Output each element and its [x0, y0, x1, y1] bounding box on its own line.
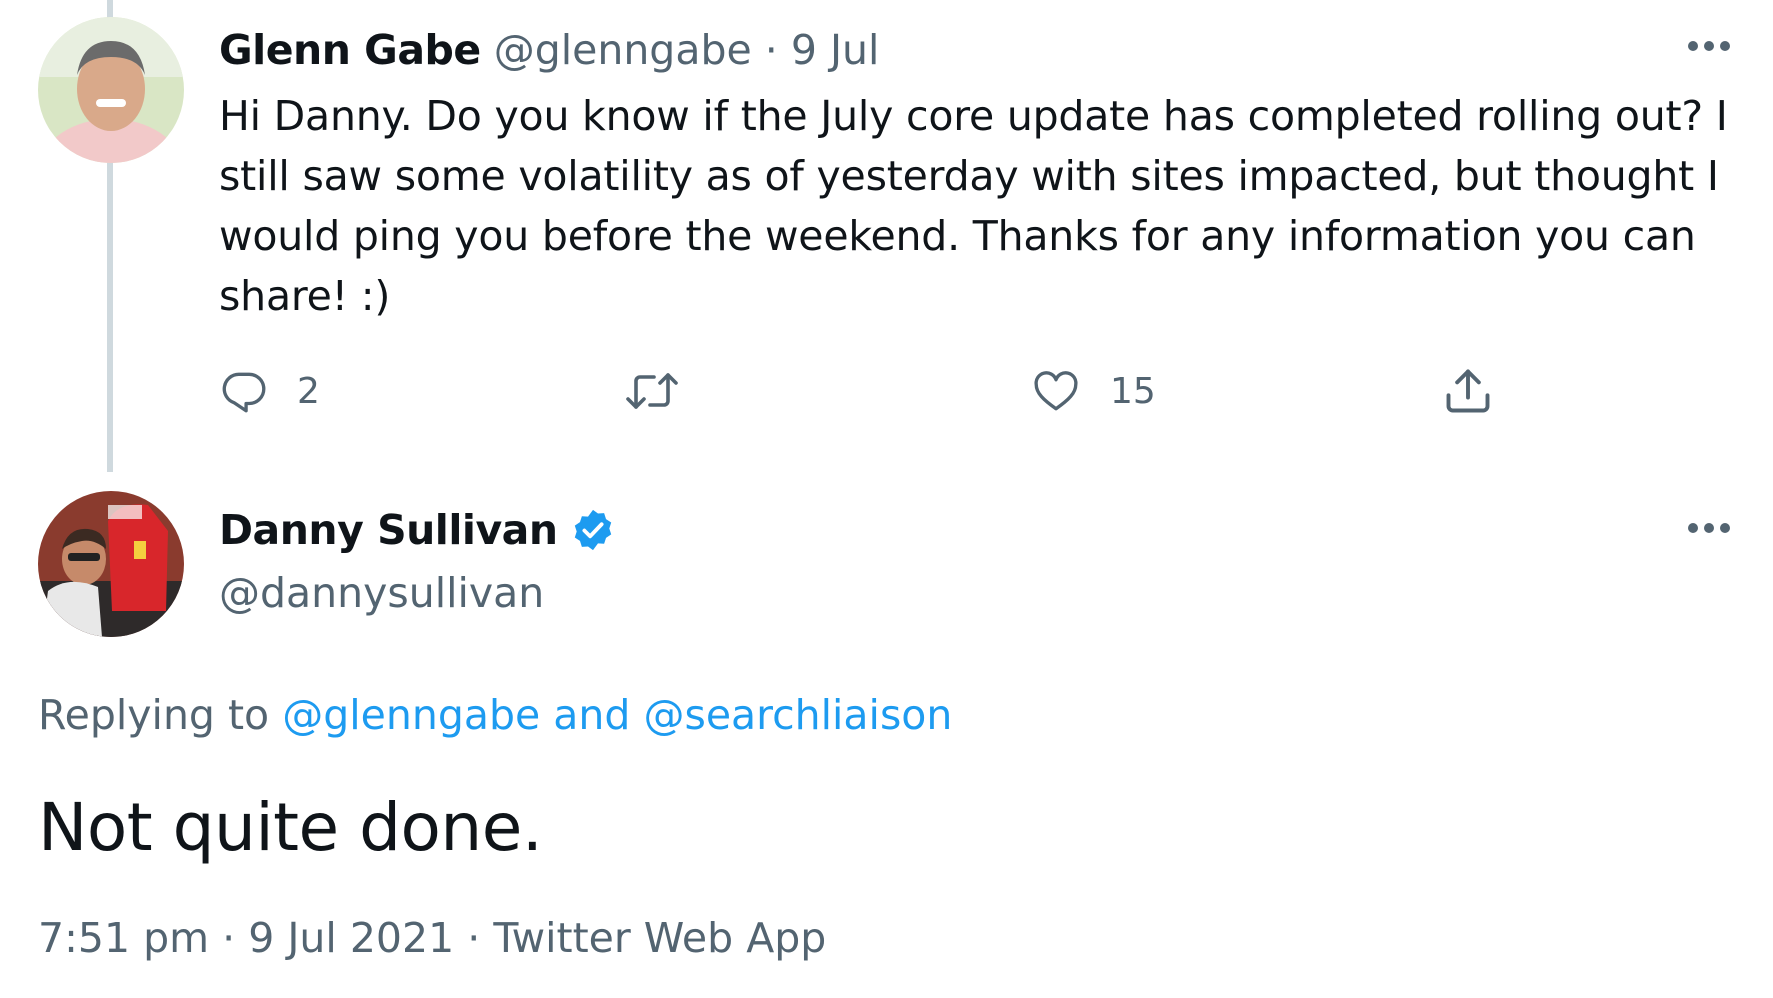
author-name-row: Danny Sullivan [219, 498, 616, 562]
separator: · [467, 914, 481, 962]
tweet-text: Hi Danny. Do you know if the July core u… [219, 92, 1728, 320]
avatar[interactable] [38, 17, 184, 163]
author-name[interactable]: Glenn Gabe [219, 26, 481, 74]
replying-and[interactable]: and [553, 691, 630, 739]
danny-avatar-image [38, 491, 184, 637]
tweet-time[interactable]: 7:51 pm [38, 914, 209, 962]
author-name[interactable]: Danny Sullivan [219, 498, 558, 562]
more-horizontal-icon[interactable] [1686, 520, 1732, 536]
mention-link[interactable]: @searchliaison [643, 691, 952, 739]
retweet-icon [626, 373, 678, 409]
more-horizontal-icon[interactable] [1686, 38, 1732, 54]
tweet-text: Not quite done. [38, 789, 543, 866]
mention-link[interactable]: @glenngabe [282, 691, 540, 739]
replying-to: Replying to @glenngabe and @searchliaiso… [38, 683, 952, 747]
share-icon [1446, 369, 1490, 413]
reply-icon [222, 372, 266, 413]
share-button[interactable] [1442, 362, 1494, 420]
retweet-button[interactable] [624, 362, 708, 420]
replying-prefix: Replying to [38, 691, 270, 739]
like-count: 15 [1110, 370, 1156, 412]
tweet1-header: Glenn Gabe @glenngabe · 9 Jul [219, 18, 879, 82]
tweet-meta: 7:51 pm · 9 Jul 2021 · Twitter Web App [38, 906, 826, 970]
separator: · [222, 914, 236, 962]
tweet-full-date[interactable]: 9 Jul 2021 [248, 914, 454, 962]
verified-badge-icon [574, 509, 611, 551]
reply-button[interactable]: 2 [219, 362, 320, 420]
tweet-source[interactable]: Twitter Web App [493, 914, 826, 962]
tweet-date[interactable]: 9 Jul [791, 26, 880, 74]
author-handle[interactable]: @dannysullivan [219, 561, 544, 625]
reply-count: 2 [297, 370, 320, 412]
separator: · [764, 26, 778, 74]
avatar[interactable] [38, 491, 184, 637]
heart-icon [1034, 371, 1078, 411]
glenn-avatar-image [38, 17, 184, 163]
like-button[interactable]: 15 [1030, 362, 1156, 420]
author-handle[interactable]: @glenngabe [494, 26, 752, 74]
